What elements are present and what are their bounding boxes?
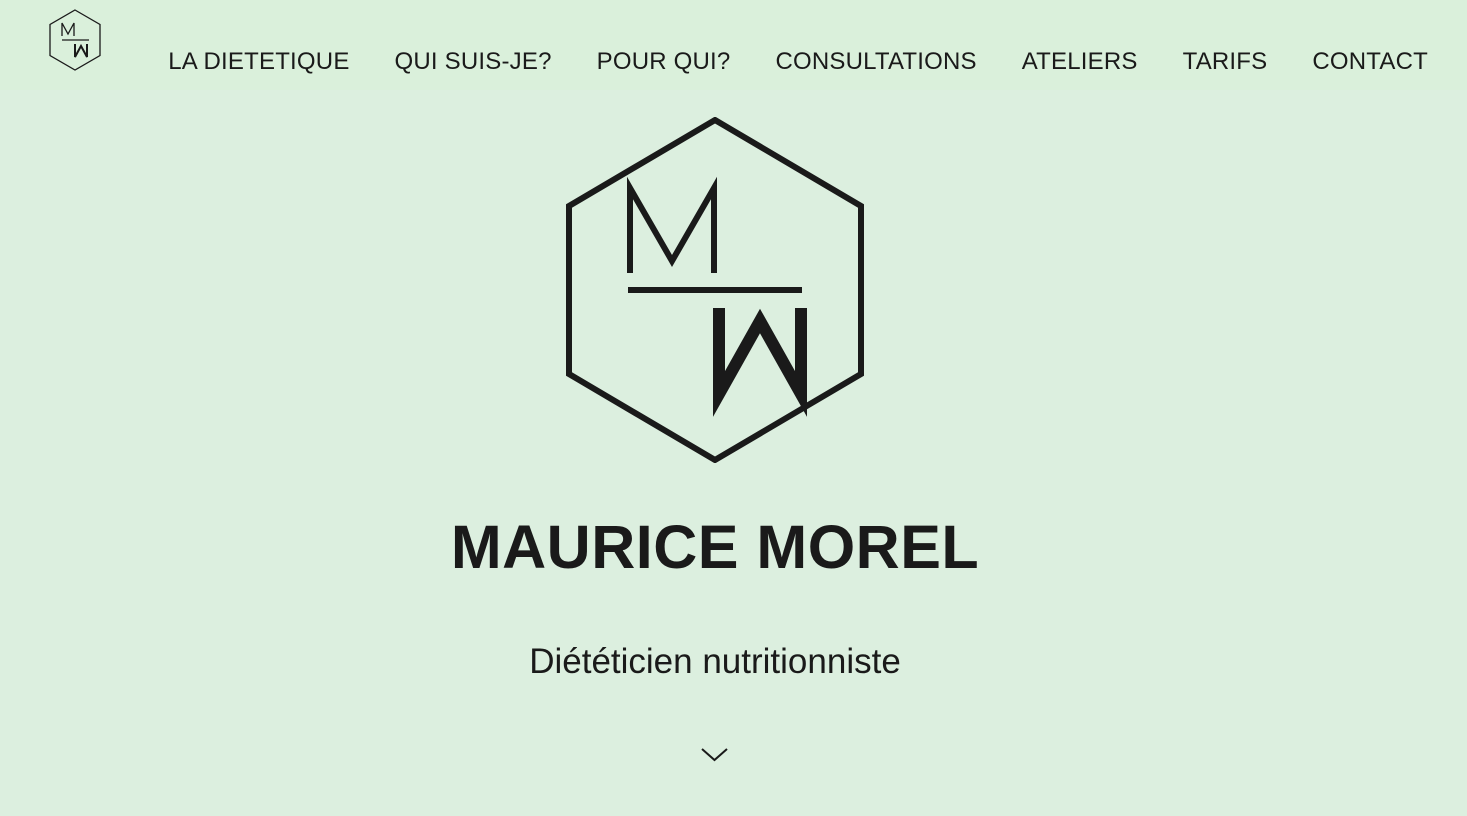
- hero-name: MAURICE MOREL: [450, 513, 980, 581]
- hero-subtitle: Diététicien nutritionniste: [529, 642, 901, 681]
- nav-item-la-dietetique[interactable]: LA DIETETIQUE: [168, 0, 349, 76]
- nav-item-pour-qui[interactable]: POUR QUI?: [597, 0, 731, 76]
- site-logo-icon[interactable]: [49, 9, 101, 71]
- nav-item-tarifs[interactable]: TARIFS: [1183, 0, 1268, 76]
- hero-logo-icon: [566, 117, 864, 463]
- site-header: LA DIETETIQUE QUI SUIS-JE? POUR QUI? CON…: [0, 0, 1467, 90]
- main-nav: LA DIETETIQUE QUI SUIS-JE? POUR QUI? CON…: [168, 0, 1428, 90]
- nav-item-consultations[interactable]: CONSULTATIONS: [775, 0, 976, 76]
- nav-item-contact[interactable]: CONTACT: [1312, 0, 1428, 76]
- chevron-down-icon[interactable]: [700, 745, 729, 763]
- nav-item-ateliers[interactable]: ATELIERS: [1022, 0, 1138, 76]
- nav-item-qui-suis-je[interactable]: QUI SUIS-JE?: [395, 0, 552, 76]
